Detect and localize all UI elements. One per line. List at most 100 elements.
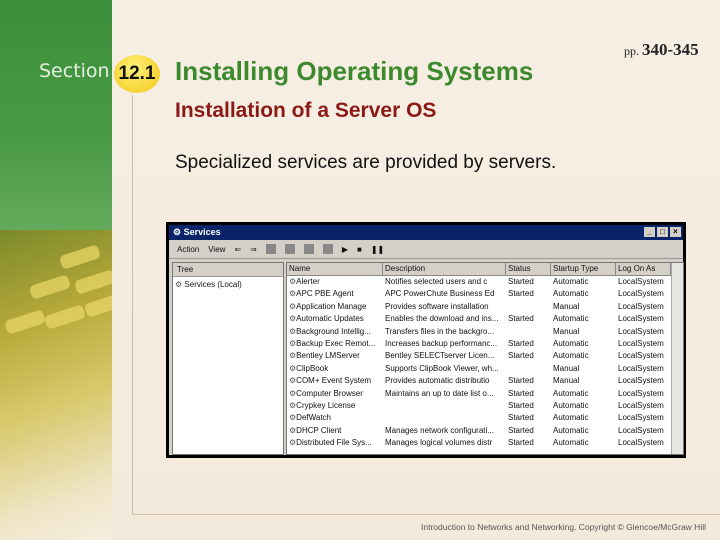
cell-text: Automatic	[553, 277, 589, 286]
table-cell: Increases backup performanc...	[383, 338, 506, 350]
footer-copyright: Introduction to Networks and Networking.…	[421, 522, 706, 532]
table-row: ⚙Computer Browser Maintains an up to date…	[287, 388, 683, 400]
toolbar-icon	[265, 244, 276, 254]
table-cell: ⚙Distributed File Sys...	[287, 437, 383, 449]
column-header: Description	[383, 263, 506, 275]
cell-text: LocalSystem	[618, 438, 664, 448]
table-cell: APC PowerChute Business Ed	[383, 288, 506, 300]
tree-pane: Tree ⚙ Services (Local)	[172, 262, 284, 455]
cell-text: LocalSystem	[618, 425, 664, 435]
cell-text: Automatic	[553, 338, 589, 348]
cell-text: Computer Browser	[296, 388, 363, 398]
table-cell: Manual	[551, 375, 616, 387]
cell-text: Bentley SELECTserver Licen...	[385, 351, 495, 361]
table-cell: Automatic	[551, 412, 616, 424]
toolbar-icon	[322, 244, 333, 254]
toolbar: Action View ⇐ ⇒ ▶ ■ ❚❚	[169, 240, 683, 259]
cell-text: Started	[508, 314, 534, 324]
table-cell: Automatic	[551, 288, 616, 300]
cell-text: Manages logical volumes distr	[385, 438, 493, 448]
table-cell: LocalSystem	[616, 350, 671, 362]
cell-text: Started	[508, 438, 534, 448]
page-range: 340-345	[642, 40, 699, 59]
pages-label: pp.	[624, 44, 639, 58]
table-cell: ⚙APC PBE Agent	[287, 288, 383, 300]
minimize-icon: _	[644, 227, 655, 237]
table-cell: ⚙Background Intellig...	[287, 326, 383, 338]
table-cell: Automatic	[551, 350, 616, 362]
cell-text: ClipBook	[296, 363, 329, 373]
table-cell: LocalSystem	[616, 363, 671, 375]
toolbar-icon	[303, 244, 314, 254]
slide-subtitle: Installation of a Server OS	[175, 99, 437, 122]
services-icon: ⚙	[175, 280, 183, 289]
table-cell: LocalSystem	[616, 400, 671, 412]
table-cell: Started	[506, 338, 551, 350]
table-row: ⚙Bentley LMServer Bentley SELECTserver Li…	[287, 350, 683, 362]
cell-text: Automatic	[553, 425, 589, 435]
cell-text: Background Intellig...	[296, 326, 371, 336]
table-cell: Transfers files in the backgro...	[383, 326, 506, 338]
cell-text: Manual	[553, 363, 580, 373]
menu-action: Action	[177, 244, 200, 254]
cell-text: Provides software installation	[385, 301, 489, 311]
table-cell: ⚙Application Manage	[287, 301, 383, 313]
cell-text: DefWatch	[296, 413, 331, 423]
cell-text: Maintains an up to date list o...	[385, 388, 494, 398]
cell-text: Provides automatic distributio	[385, 376, 490, 386]
table-cell	[506, 326, 551, 338]
close-icon: ×	[670, 227, 681, 237]
table-cell: Started	[506, 437, 551, 449]
cell-text: LocalSystem	[618, 388, 664, 398]
table-row: ⚙Alerter Notifies selected users and c Sta…	[287, 276, 683, 288]
table-row: ⚙APC PBE Agent APC PowerChute Business Ed…	[287, 288, 683, 300]
cell-text: Automatic	[553, 289, 589, 299]
table-cell	[383, 400, 506, 412]
table-cell: Manual	[551, 326, 616, 338]
table-cell: Started	[506, 412, 551, 424]
cell-text: Automatic	[553, 351, 589, 361]
table-cell: Manual	[551, 363, 616, 375]
table-cell: Started	[506, 313, 551, 325]
cell-text: Bentley LMServer	[296, 351, 360, 361]
table-cell: Bentley SELECTserver Licen...	[383, 350, 506, 362]
pause-icon: ❚❚	[370, 244, 385, 254]
window-title: Services	[183, 227, 221, 237]
cell-text: Backup Exec Remot...	[296, 338, 376, 348]
table-cell: LocalSystem	[616, 313, 671, 325]
window-titlebar: ⚙ Services _ □ ×	[169, 225, 683, 240]
divider	[132, 95, 133, 515]
table-cell: Manages network configurati...	[383, 425, 506, 437]
cell-text: Automatic	[553, 314, 589, 324]
table-cell: LocalSystem	[616, 338, 671, 350]
cell-text: Automatic	[553, 400, 589, 410]
table-row: ⚙DHCP Client Manages network configurati.…	[287, 425, 683, 437]
cell-text: Increases backup performanc...	[385, 338, 498, 348]
table-cell: Started	[506, 276, 551, 288]
cell-text: COM+ Event System	[296, 376, 372, 386]
cell-text: LocalSystem	[618, 326, 664, 336]
table-cell: LocalSystem	[616, 412, 671, 424]
cell-text: DHCP Client	[296, 425, 342, 435]
table-cell: Supports ClipBook Viewer, wh...	[383, 363, 506, 375]
cell-text: LocalSystem	[618, 363, 664, 373]
cell-text: LocalSystem	[618, 314, 664, 324]
column-header: Startup Type	[551, 263, 616, 275]
cell-text: LocalSystem	[618, 376, 664, 386]
cell-text: Manual	[553, 326, 580, 336]
table-row: ⚙Crypkey License Started Automatic LocalSys…	[287, 400, 683, 412]
column-header: Status	[506, 263, 551, 275]
cell-text: LocalSystem	[618, 277, 664, 286]
table-cell: LocalSystem	[616, 425, 671, 437]
maximize-icon: □	[657, 227, 668, 237]
green-sidebar	[0, 0, 112, 230]
cell-text: Automatic	[553, 438, 589, 448]
body-text: Specialized services are provided by ser…	[175, 152, 557, 173]
cell-text: Alerter	[296, 277, 320, 286]
table-cell: Manages logical volumes distr	[383, 437, 506, 449]
cell-text: Started	[508, 338, 534, 348]
toolbar-icon	[284, 244, 295, 254]
table-cell: Automatic	[551, 437, 616, 449]
table-cell: Started	[506, 350, 551, 362]
cell-text: Automatic Updates	[296, 314, 364, 324]
